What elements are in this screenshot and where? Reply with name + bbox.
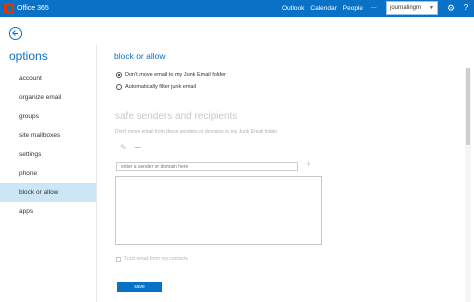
sidebar-item-organize-email[interactable]: organize email bbox=[0, 88, 96, 107]
radio-auto-filter[interactable]: Automatically filter junk email bbox=[116, 84, 196, 90]
sidebar-item-apps[interactable]: apps bbox=[0, 202, 96, 221]
top-bar: Office 365 Outlook Calendar People ... j… bbox=[0, 0, 474, 17]
sidebar-item-settings[interactable]: settings bbox=[0, 145, 96, 164]
add-plus-icon[interactable]: + bbox=[304, 160, 313, 169]
help-icon[interactable]: ? bbox=[461, 2, 471, 14]
sidebar-item-site-mailboxes[interactable]: site mailboxes bbox=[0, 126, 96, 145]
sidebar-item-account[interactable]: account bbox=[0, 69, 96, 88]
back-arrow-icon[interactable] bbox=[9, 27, 22, 40]
brand-label: Office 365 bbox=[17, 5, 49, 12]
nav-calendar[interactable]: Calendar bbox=[310, 5, 336, 12]
office-logo-icon bbox=[4, 3, 14, 14]
gear-icon[interactable]: ⚙ bbox=[445, 2, 457, 14]
top-nav: Outlook Calendar People bbox=[282, 0, 369, 17]
chevron-down-icon: ▼ bbox=[429, 5, 434, 11]
vertical-divider bbox=[96, 45, 97, 302]
radio-dont-move[interactable]: Don't move email to my Junk Email folder bbox=[116, 72, 226, 78]
nav-people[interactable]: People bbox=[343, 5, 363, 12]
user-menu[interactable]: journalingm ▼ bbox=[386, 1, 438, 15]
page-title: block or allow bbox=[114, 51, 166, 61]
radio-button[interactable] bbox=[116, 84, 122, 90]
sidebar-item-groups[interactable]: groups bbox=[0, 107, 96, 126]
safe-senders-description: Don't move email from these senders or d… bbox=[115, 129, 279, 135]
sidebar-item-phone[interactable]: phone bbox=[0, 164, 96, 183]
more-nav-button[interactable]: ... bbox=[371, 3, 377, 10]
save-button[interactable]: save bbox=[117, 282, 162, 292]
remove-minus-icon[interactable] bbox=[135, 147, 141, 148]
user-name: journalingm bbox=[390, 5, 422, 11]
radio-label: Don't move email to my Junk Email folder bbox=[125, 72, 227, 78]
scrollbar-thumb[interactable] bbox=[466, 68, 470, 145]
trust-contacts-label: Trust email from my contacts bbox=[124, 256, 188, 262]
options-menu: account organize email groups site mailb… bbox=[0, 69, 96, 221]
trust-contacts-checkbox[interactable] bbox=[116, 256, 121, 262]
sidebar-item-block-or-allow[interactable]: block or allow bbox=[0, 183, 96, 202]
sender-domain-input[interactable] bbox=[116, 162, 298, 171]
radio-button[interactable] bbox=[116, 72, 122, 78]
nav-outlook[interactable]: Outlook bbox=[282, 5, 304, 12]
trust-contacts-option[interactable]: Trust email from my contacts bbox=[116, 256, 188, 262]
safe-senders-list[interactable] bbox=[115, 176, 322, 245]
radio-label: Automatically filter junk email bbox=[125, 84, 196, 90]
safe-senders-title: safe senders and recipients bbox=[115, 111, 238, 122]
edit-pencil-icon[interactable]: ✎ bbox=[120, 143, 129, 152]
options-title: options bbox=[9, 49, 48, 63]
office365-brand[interactable]: Office 365 bbox=[4, 2, 49, 15]
